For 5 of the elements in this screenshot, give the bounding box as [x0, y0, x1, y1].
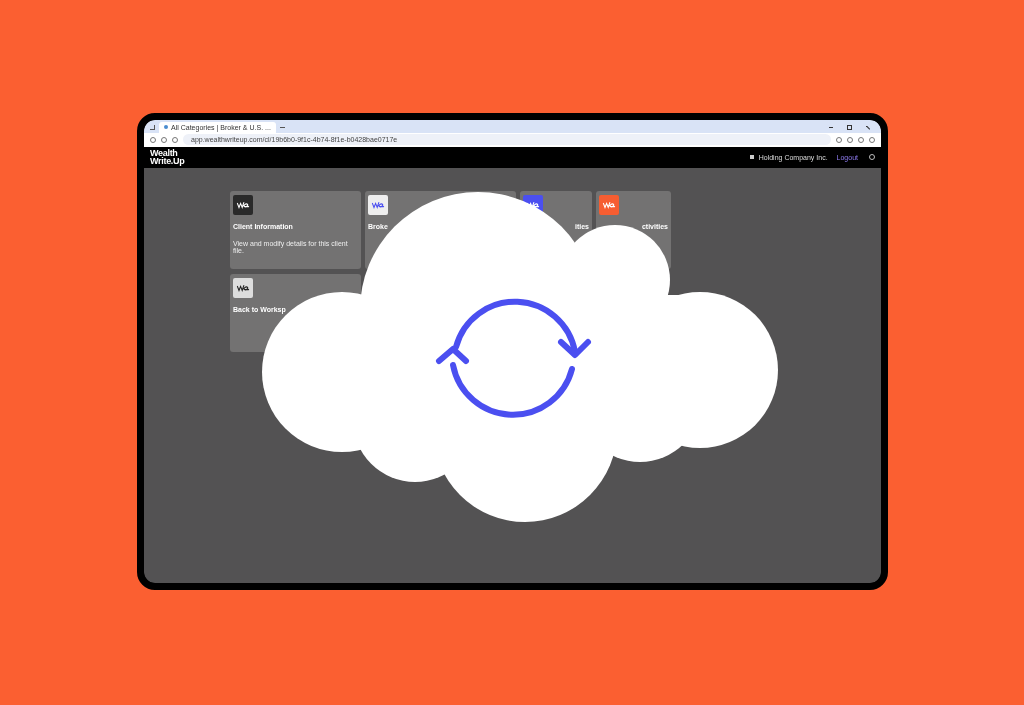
maximize-icon[interactable]: [847, 124, 852, 130]
sync-icon: [436, 298, 591, 418]
logo[interactable]: Wealth Write.Up: [150, 149, 185, 165]
minimize-icon[interactable]: [829, 126, 833, 128]
globe-icon: [164, 125, 168, 129]
